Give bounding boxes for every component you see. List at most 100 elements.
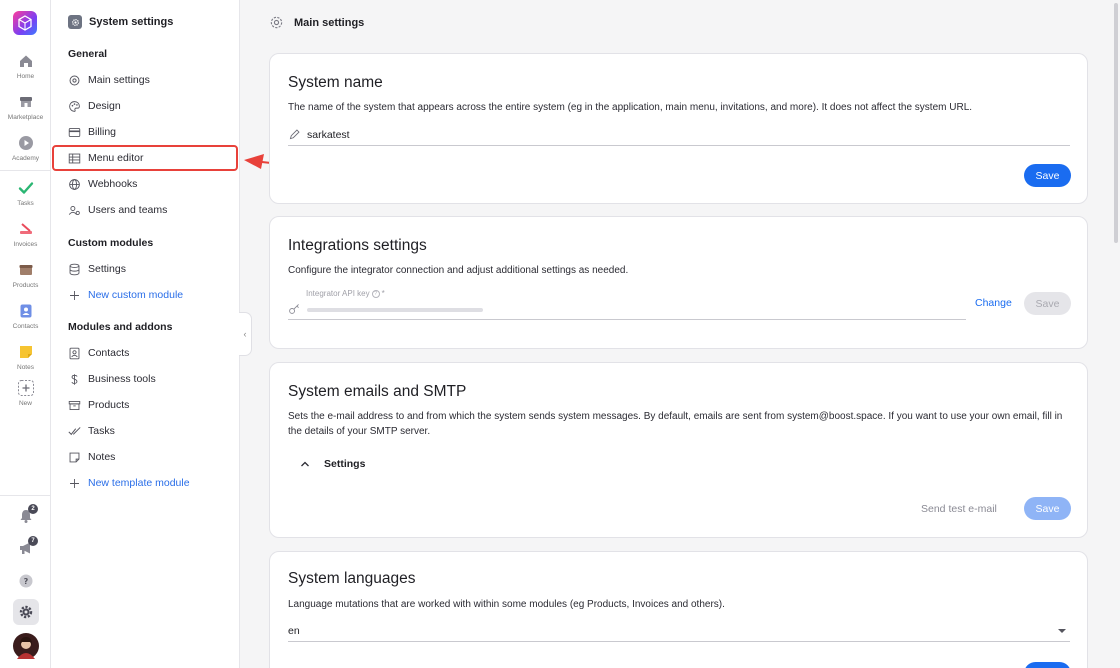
- globe-icon: [69, 178, 80, 190]
- rail-label: Notes: [17, 364, 34, 371]
- sidebar-item-billing[interactable]: Billing: [68, 123, 116, 141]
- rail-label: Contacts: [12, 323, 39, 330]
- chevron-up-icon: [301, 461, 309, 467]
- key-icon: [289, 304, 299, 314]
- language-value: en: [288, 624, 300, 637]
- sidebar-item-label: Main settings: [88, 74, 150, 86]
- rail-label: Marketplace: [7, 114, 44, 121]
- caret-down-icon: [1058, 628, 1066, 633]
- page-header: Main settings: [269, 15, 364, 30]
- home-icon: [19, 55, 32, 67]
- page-scrollbar[interactable]: [1112, 0, 1120, 668]
- sidebar-title: System settings: [89, 16, 174, 28]
- rail-item-products[interactable]: Products: [0, 262, 51, 289]
- section-modules-addons: Modules and addons: [68, 321, 173, 333]
- sidebar-item-business-tools[interactable]: Business tools: [68, 370, 156, 388]
- section-general: General: [68, 48, 108, 60]
- rail-item-academy[interactable]: Academy: [0, 135, 51, 162]
- user-avatar[interactable]: [0, 633, 51, 659]
- menu-editor-highlight: [52, 145, 238, 171]
- contacts-icon: [20, 304, 31, 318]
- scrollbar-thumb[interactable]: [1114, 3, 1118, 243]
- rail-label: Products: [12, 282, 39, 289]
- sidebar-item-label: Notes: [88, 451, 116, 463]
- sidebar-item-webhooks[interactable]: Webhooks: [68, 175, 137, 193]
- rail-item-notes[interactable]: Notes: [0, 344, 51, 371]
- rail-item-invoices[interactable]: Invoices: [0, 221, 51, 248]
- card-title: System emails and SMTP: [288, 383, 467, 400]
- sidebar-item-design[interactable]: Design: [68, 97, 121, 115]
- sidebar-item-custom-settings[interactable]: Settings: [68, 260, 126, 278]
- new-custom-module-link[interactable]: New custom module: [68, 286, 183, 304]
- rail-label: New: [18, 400, 32, 407]
- palette-icon: [69, 100, 80, 112]
- marketplace-icon: [19, 97, 32, 107]
- rail-item-marketplace[interactable]: Marketplace: [0, 94, 51, 121]
- rail-item-home[interactable]: Home: [0, 53, 51, 80]
- rail-label: Home: [16, 73, 35, 80]
- link-label: New template module: [88, 477, 190, 489]
- card-description: Language mutations that are worked with …: [288, 599, 725, 610]
- link-label: New custom module: [88, 289, 184, 301]
- sidebar-item-label: Business tools: [88, 373, 156, 385]
- notes-icon: [19, 346, 32, 358]
- info-icon: ?: [371, 289, 380, 298]
- sidebar-item-contacts[interactable]: Contacts: [68, 344, 129, 362]
- help-icon: ?: [19, 574, 32, 588]
- rail-item-tasks[interactable]: Tasks: [0, 180, 51, 207]
- settings-rail-active: [12, 599, 39, 625]
- sidebar-item-label: Design: [88, 100, 121, 112]
- rail-item-new[interactable]: New: [0, 380, 51, 407]
- plus-icon: [70, 290, 79, 300]
- sidebar-item-products[interactable]: Products: [68, 396, 129, 414]
- rail-divider: [0, 170, 51, 171]
- rail-item-contacts[interactable]: Contacts: [0, 303, 51, 330]
- academy-icon: [18, 136, 33, 150]
- announcements-button[interactable]: 7: [0, 536, 51, 556]
- system-name-value: sarkatest: [307, 128, 350, 141]
- api-key-input[interactable]: Integrator API key ? *: [288, 288, 966, 320]
- language-select[interactable]: en: [288, 620, 1070, 642]
- save-button[interactable]: Save: [1024, 164, 1071, 187]
- section-custom-modules: Custom modules: [68, 237, 154, 249]
- gear-icon: [19, 605, 32, 619]
- save-button[interactable]: Save: [1024, 497, 1071, 520]
- save-button[interactable]: Save: [1024, 292, 1071, 315]
- app-logo-icon[interactable]: [13, 11, 37, 35]
- notifications-button[interactable]: 2: [0, 504, 51, 524]
- users-icon: [68, 205, 80, 215]
- send-test-email-button[interactable]: Send test e-mail: [921, 503, 997, 515]
- note-icon: [69, 452, 80, 462]
- contact-card-icon: [69, 347, 80, 359]
- rail-label: Academy: [11, 155, 40, 162]
- system-name-input[interactable]: sarkatest: [288, 124, 1070, 146]
- change-button[interactable]: Change: [975, 297, 1012, 309]
- settings-cog-icon: [68, 15, 82, 29]
- sidebar-collapse-button[interactable]: ‹: [239, 312, 252, 356]
- new-template-module-link[interactable]: New template module: [68, 474, 190, 492]
- sidebar-header: System settings: [68, 15, 173, 29]
- help-button[interactable]: ?: [0, 573, 51, 589]
- pencil-icon: [289, 129, 300, 140]
- card-title: System name: [288, 74, 383, 91]
- notification-badge: 2: [28, 504, 38, 514]
- avatar-icon: [12, 633, 39, 659]
- smtp-settings-toggle[interactable]: Settings: [300, 458, 365, 470]
- card-title: Integrations settings: [288, 237, 427, 254]
- sidebar-item-tasks[interactable]: Tasks: [68, 422, 115, 440]
- sidebar-item-notes[interactable]: Notes: [68, 448, 115, 466]
- products-icon: [19, 265, 32, 275]
- sidebar-item-label: Contacts: [88, 347, 130, 359]
- system-languages-card: System languages Language mutations that…: [269, 551, 1088, 668]
- sidebar-item-users-and-teams[interactable]: Users and teams: [68, 201, 167, 219]
- rail-label: Tasks: [17, 200, 34, 207]
- svg-text:?: ?: [23, 577, 28, 586]
- sidebar-item-main-settings[interactable]: Main settings: [68, 71, 150, 89]
- save-button[interactable]: [1024, 662, 1071, 668]
- settings-rail-button[interactable]: [0, 599, 51, 625]
- card-title: System languages: [288, 570, 416, 587]
- credit-card-icon: [68, 127, 81, 137]
- sidebar-item-label: Settings: [88, 263, 126, 275]
- plus-icon: [17, 380, 34, 396]
- rail-label: Invoices: [13, 241, 38, 248]
